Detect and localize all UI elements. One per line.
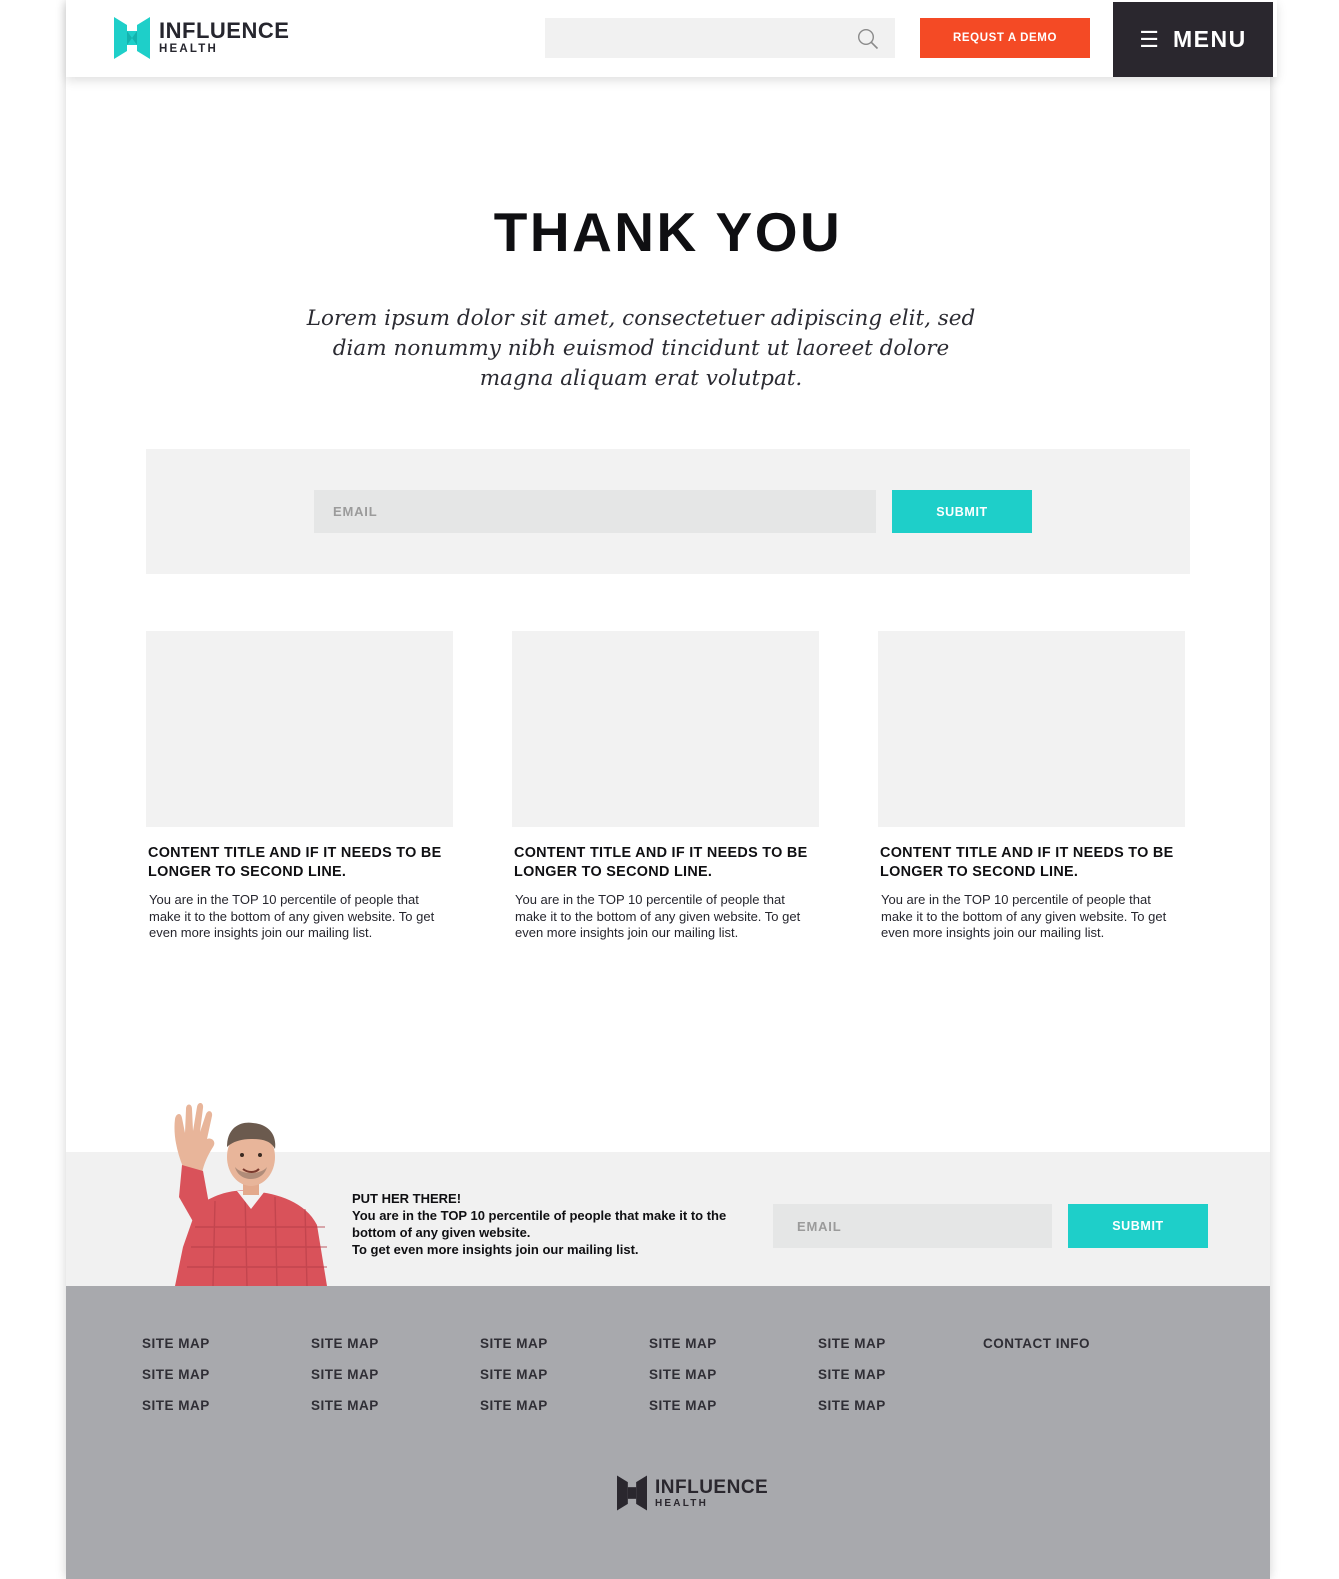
request-demo-button[interactable]: REQUST A DEMO [920,18,1090,58]
waving-person-image [174,1102,327,1286]
email-field[interactable]: EMAIL [314,490,876,533]
footer-link-site-map[interactable]: SITE MAP [818,1336,886,1351]
submit-button[interactable]: SUBMIT [892,490,1032,533]
menu-label: MENU [1173,26,1247,52]
logo-mark-icon [114,17,150,59]
logo-mark-icon [617,1475,647,1511]
submit-button[interactable]: SUBMIT [1068,1204,1208,1248]
site-footer: SITE MAP SITE MAP SITE MAP SITE MAP SITE… [66,1286,1270,1579]
promo-text: PUT HER THERE! You are in the TOP 10 per… [352,1190,752,1258]
footer-column: SITE MAP SITE MAP SITE MAP [311,1336,379,1413]
footer-link-site-map[interactable]: SITE MAP [142,1367,210,1382]
brand-subtitle: HEALTH [159,43,218,56]
content-card[interactable]: CONTENT TITLE AND IF IT NEEDS TO BE LONG… [878,631,1185,942]
promo-line: You are in the TOP 10 percentile of peop… [352,1208,727,1240]
footer-link-site-map[interactable]: SITE MAP [818,1367,886,1382]
card-image-placeholder[interactable] [146,631,453,827]
hamburger-icon: ☰ [1139,26,1159,52]
footer-logo[interactable]: INFLUENCE HEALTH [617,1475,768,1511]
card-body: You are in the TOP 10 percentile of peop… [881,892,1167,940]
newsletter-signup: EMAIL SUBMIT [146,449,1190,574]
footer-link-site-map[interactable]: SITE MAP [818,1398,886,1413]
card-image-placeholder[interactable] [512,631,819,827]
brand-name: INFLUENCE [159,18,290,44]
footer-link-site-map[interactable]: SITE MAP [480,1398,548,1413]
footer-link-site-map[interactable]: SITE MAP [649,1398,717,1413]
footer-column: CONTACT INFO [983,1336,1090,1351]
footer-column: SITE MAP SITE MAP SITE MAP [142,1336,210,1413]
brand-logo[interactable]: INFLUENCE HEALTH [114,17,289,59]
footer-link-site-map[interactable]: SITE MAP [142,1336,210,1351]
footer-link-contact-info[interactable]: CONTACT INFO [983,1336,1090,1351]
footer-column: SITE MAP SITE MAP SITE MAP [649,1336,717,1413]
footer-link-site-map[interactable]: SITE MAP [649,1367,717,1382]
footer-column: SITE MAP SITE MAP SITE MAP [818,1336,886,1413]
card-title[interactable]: CONTENT TITLE AND IF IT NEEDS TO BE LONG… [514,844,814,882]
card-title[interactable]: CONTENT TITLE AND IF IT NEEDS TO BE LONG… [880,844,1180,882]
footer-link-site-map[interactable]: SITE MAP [311,1367,379,1382]
promo-line: To get even more insights join our maili… [352,1242,639,1257]
footer-link-site-map[interactable]: SITE MAP [311,1398,379,1413]
card-title[interactable]: CONTENT TITLE AND IF IT NEEDS TO BE LONG… [148,844,448,882]
menu-button[interactable]: ☰ MENU [1113,2,1273,77]
intro-text: Lorem ipsum dolor sit amet, consectetuer… [306,306,976,391]
content-card[interactable]: CONTENT TITLE AND IF IT NEEDS TO BE LONG… [512,631,819,942]
footer-column: SITE MAP SITE MAP SITE MAP [480,1336,548,1413]
footer-link-site-map[interactable]: SITE MAP [311,1336,379,1351]
search-icon[interactable] [857,28,879,50]
brand-name: INFLUENCE [655,1476,769,1498]
footer-link-site-map[interactable]: SITE MAP [480,1367,548,1382]
footer-link-site-map[interactable]: SITE MAP [649,1336,717,1351]
promo-heading: PUT HER THERE! [352,1191,462,1206]
email-field[interactable]: EMAIL [773,1204,1052,1248]
card-image-placeholder[interactable] [878,631,1185,827]
content-card[interactable]: CONTENT TITLE AND IF IT NEEDS TO BE LONG… [146,631,453,942]
card-body: You are in the TOP 10 percentile of peop… [149,892,435,940]
site-header: INFLUENCE HEALTH REQUST A DEMO ☰ MENU [66,0,1277,77]
search-input[interactable] [545,18,895,58]
footer-link-site-map[interactable]: SITE MAP [480,1336,548,1351]
page-title: THANK YOU [493,201,843,263]
card-body: You are in the TOP 10 percentile of peop… [515,892,801,940]
brand-subtitle: HEALTH [655,1497,709,1509]
footer-link-site-map[interactable]: SITE MAP [142,1398,210,1413]
